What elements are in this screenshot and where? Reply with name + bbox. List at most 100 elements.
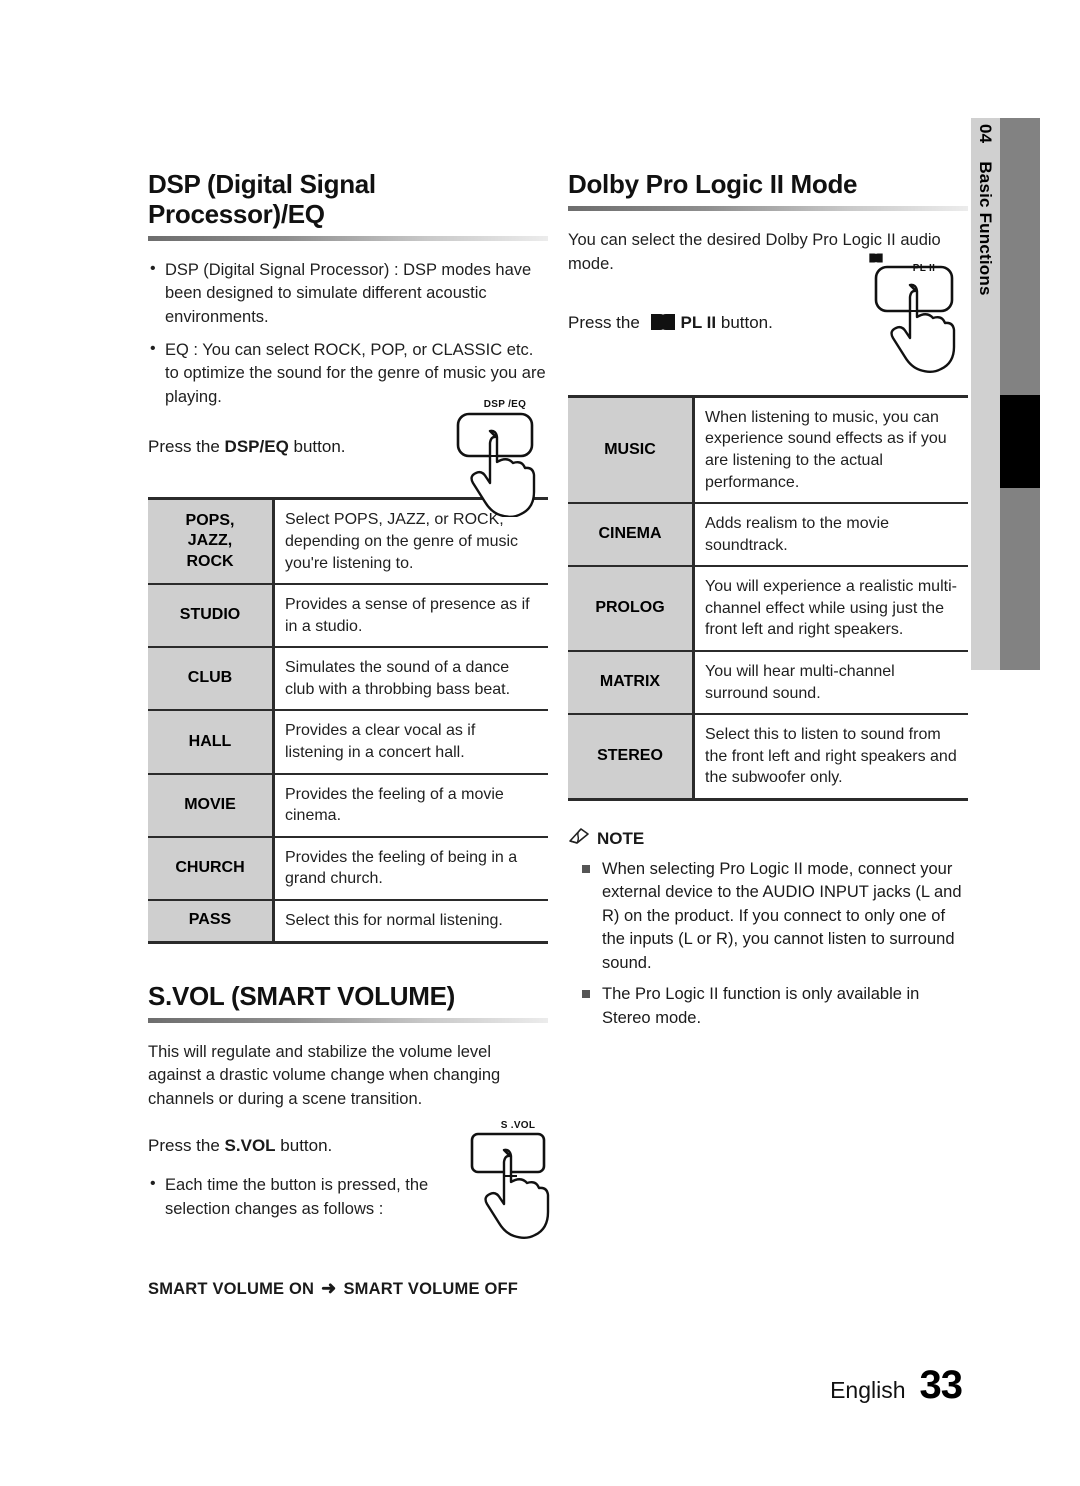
mode-key-cell: CLUB bbox=[148, 647, 275, 712]
dolby-press-instruction: Press the PL II button. bbox=[568, 311, 773, 338]
mode-desc-cell: Provides a clear vocal as if listening i… bbox=[273, 710, 548, 775]
table-row: CINEMA Adds realism to the movie soundtr… bbox=[568, 503, 968, 568]
mode-desc-cell: Provides the feeling of a movie cinema. bbox=[273, 773, 548, 838]
press-prefix: Press the bbox=[568, 312, 645, 332]
press-prefix: Press the bbox=[148, 1136, 225, 1156]
mode-desc-cell: Provides a sense of presence as if in a … bbox=[273, 584, 548, 649]
list-item: The Pro Logic II function is only availa… bbox=[580, 983, 968, 1030]
pl2-button-illustration: PL II bbox=[868, 253, 980, 373]
pl2-button-caption: PL II bbox=[868, 253, 980, 274]
note-title: NOTE bbox=[597, 828, 645, 848]
mode-key-line: JAZZ, bbox=[187, 532, 233, 550]
table-row: HALL Provides a clear vocal as if listen… bbox=[148, 710, 548, 775]
press-button-name: PL II bbox=[680, 312, 717, 332]
heading-rule bbox=[148, 235, 548, 241]
svol-button-caption: S .VOL bbox=[500, 1120, 536, 1132]
dsp-eq-button-illustration: DSP /EQ bbox=[450, 399, 560, 518]
svol-section-heading: S.VOL (SMART VOLUME) bbox=[148, 980, 455, 1011]
mode-key-line: CINEMA bbox=[598, 525, 662, 543]
mode-key-cell: STEREO bbox=[568, 714, 695, 800]
mode-key-cell: MUSIC bbox=[568, 396, 695, 505]
table-row: MATRIX You will hear multi-channel surro… bbox=[568, 651, 968, 716]
table-row: PROLOG You will experience a realistic m… bbox=[568, 566, 968, 653]
chapter-tab-label: 04 Basic Functions bbox=[971, 118, 1000, 670]
mode-key-cell: CHURCH bbox=[148, 836, 275, 902]
dolby-section-heading: Dolby Pro Logic II Mode bbox=[568, 169, 858, 199]
chapter-tab-strip: 04 Basic Functions bbox=[971, 118, 1080, 670]
finger-press-icon bbox=[470, 1132, 550, 1240]
table-row: STUDIO Provides a sense of presence as i… bbox=[148, 584, 548, 649]
pl2-caption-text: PL II bbox=[912, 262, 936, 274]
mode-desc-cell: Select this to listen to sound from the … bbox=[693, 714, 968, 800]
mode-desc-cell: Select this for normal listening. bbox=[273, 900, 548, 943]
heading-rule bbox=[568, 205, 968, 211]
svol-bullet-list: Each time the button is pressed, the sel… bbox=[148, 1173, 448, 1231]
mode-desc-cell: Simulates the sound of a dance club with… bbox=[273, 647, 548, 712]
mode-key-line: ROCK bbox=[186, 553, 234, 571]
manual-page: 04 Basic Functions DSP (Digital Signal P… bbox=[0, 0, 1080, 1486]
dsp-press-instruction: Press the DSP/EQ button. bbox=[148, 435, 346, 459]
press-suffix: button. bbox=[716, 312, 773, 332]
dolby-modes-table: MUSIC When listening to music, you can e… bbox=[568, 394, 968, 802]
svol-press-instruction: Press the S.VOL button. bbox=[148, 1134, 332, 1158]
dolby-double-d-icon bbox=[649, 313, 677, 338]
svol-toggle-flow: SMART VOLUME ON ➜ SMART VOLUME OFF bbox=[148, 1278, 548, 1299]
mode-key-line: CHURCH bbox=[175, 859, 245, 877]
dsp-modes-table-wrap: POPS, JAZZ, ROCK Select POPS, JAZZ, or R… bbox=[148, 497, 548, 944]
flow-state-on: SMART VOLUME ON bbox=[148, 1280, 315, 1299]
mode-desc-cell: When listening to music, you can experie… bbox=[693, 396, 968, 505]
mode-key-cell: HALL bbox=[148, 710, 275, 775]
table-row: STEREO Select this to listen to sound fr… bbox=[568, 714, 968, 800]
dsp-section-heading: DSP (Digital Signal Processor)/EQ bbox=[148, 169, 376, 229]
table-row: MOVIE Provides the feeling of a movie ci… bbox=[148, 773, 548, 838]
press-button-name: DSP/EQ bbox=[224, 437, 289, 457]
mode-key-line: STUDIO bbox=[179, 606, 241, 624]
mode-key-line: STEREO bbox=[597, 747, 663, 765]
mode-key-cell: MATRIX bbox=[568, 651, 695, 716]
press-suffix: button. bbox=[275, 1136, 333, 1156]
list-item: Each time the button is pressed, the sel… bbox=[148, 1173, 448, 1221]
page-footer: English 33 bbox=[830, 1363, 963, 1408]
pencil-icon bbox=[568, 827, 590, 850]
table-row: CLUB Simulates the sound of a dance club… bbox=[148, 647, 548, 712]
mode-key-cell: PROLOG bbox=[568, 566, 695, 653]
mode-key-cell: CINEMA bbox=[568, 503, 695, 568]
mode-desc-cell: Provides the feeling of being in a grand… bbox=[273, 836, 548, 902]
press-button-name: S.VOL bbox=[224, 1136, 276, 1156]
mode-key-line: PASS bbox=[188, 911, 232, 929]
dolby-double-d-icon-small bbox=[868, 253, 980, 263]
mode-key-cell: POPS, JAZZ, ROCK bbox=[148, 498, 275, 586]
mode-key-line: MATRIX bbox=[599, 673, 661, 691]
dsp-eq-button-caption: DSP /EQ bbox=[483, 399, 527, 411]
press-suffix: button. bbox=[288, 437, 346, 457]
chapter-number: 04 bbox=[976, 124, 996, 144]
dsp-bullet-list: DSP (Digital Signal Processor) : DSP mod… bbox=[148, 258, 548, 410]
chapter-tab-dark-band bbox=[1000, 118, 1040, 670]
left-column: DSP (Digital Signal Processor)/EQ DSP (D… bbox=[148, 169, 550, 1299]
footer-language: English bbox=[830, 1377, 906, 1403]
svol-button-illustration: S .VOL bbox=[466, 1120, 570, 1242]
chapter-tab-marker bbox=[1000, 395, 1040, 488]
mode-key-cell: PASS bbox=[148, 900, 275, 943]
list-item: DSP (Digital Signal Processor) : DSP mod… bbox=[148, 258, 548, 329]
mode-desc-cell: You will experience a realistic multi-ch… bbox=[693, 566, 968, 653]
arrow-right-icon: ➜ bbox=[321, 1278, 337, 1299]
mode-key-cell: MOVIE bbox=[148, 773, 275, 838]
note-heading: NOTE bbox=[568, 827, 968, 850]
list-item: When selecting Pro Logic II mode, connec… bbox=[580, 858, 968, 975]
table-row: PASS Select this for normal listening. bbox=[148, 900, 548, 943]
dolby-modes-table-wrap: MUSIC When listening to music, you can e… bbox=[568, 394, 968, 802]
mode-key-line: POPS, bbox=[185, 511, 235, 529]
table-row: MUSIC When listening to music, you can e… bbox=[568, 396, 968, 505]
dsp-modes-table: POPS, JAZZ, ROCK Select POPS, JAZZ, or R… bbox=[148, 497, 548, 944]
note-list: When selecting Pro Logic II mode, connec… bbox=[568, 858, 968, 1030]
table-row: CHURCH Provides the feeling of being in … bbox=[148, 836, 548, 902]
right-column: Dolby Pro Logic II Mode You can select t… bbox=[568, 169, 968, 1038]
flow-state-off: SMART VOLUME OFF bbox=[343, 1280, 519, 1299]
heading-rule bbox=[148, 1017, 548, 1023]
page-number: 33 bbox=[919, 1363, 963, 1407]
mode-key-line: PROLOG bbox=[595, 599, 665, 617]
finger-press-icon bbox=[456, 413, 536, 518]
mode-key-cell: STUDIO bbox=[148, 584, 275, 649]
mode-key-line: MUSIC bbox=[604, 440, 656, 458]
